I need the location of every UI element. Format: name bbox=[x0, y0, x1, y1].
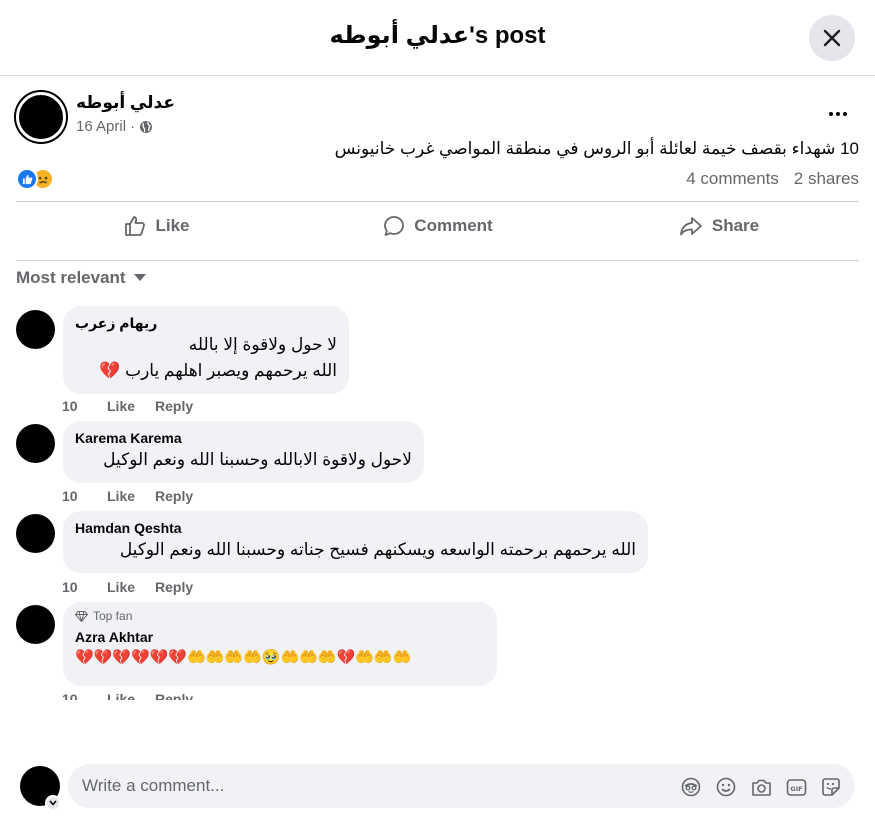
comment-reply-button[interactable]: Reply bbox=[155, 690, 193, 700]
author-avatar[interactable] bbox=[16, 92, 66, 142]
post-action-bar: Like Comment Share bbox=[16, 205, 859, 247]
emoji-icon bbox=[716, 777, 736, 797]
comment-reply-button[interactable]: Reply bbox=[155, 579, 193, 595]
comment-reply-button[interactable]: Reply bbox=[155, 398, 193, 414]
divider bbox=[16, 260, 859, 261]
share-arrow-icon bbox=[679, 217, 702, 236]
commenter-avatar[interactable] bbox=[16, 514, 55, 553]
comment-time[interactable]: 10 bbox=[62, 398, 107, 414]
comment-bubble: ريهام زعرب لا حول ولاقوة إلا بالله الله … bbox=[63, 306, 349, 394]
author-name[interactable]: عدلي أبوطه bbox=[76, 93, 175, 113]
sticker-icon bbox=[822, 778, 840, 796]
commenter-name[interactable]: Azra Akhtar bbox=[75, 628, 485, 646]
comment-label: Comment bbox=[414, 216, 493, 235]
top-fan-badge: Top fan bbox=[75, 608, 485, 624]
comment-like-button[interactable]: Like bbox=[107, 398, 155, 414]
emoji-button[interactable] bbox=[715, 776, 737, 798]
share-button[interactable]: Share bbox=[578, 205, 859, 247]
comment-actions: 10 Like Reply bbox=[62, 398, 193, 414]
comment-text: 💔💔💔💔💔💔🤲🤲🤲🤲🥹🤲🤲🤲💔🤲🤲🤲 bbox=[75, 649, 412, 666]
dialog-header: عدلي أبوطه's post bbox=[0, 0, 875, 76]
thumbs-up-icon bbox=[125, 216, 146, 236]
commenter-name[interactable]: ريهام زعرب bbox=[75, 314, 337, 332]
reactions-summary[interactable] bbox=[16, 168, 54, 192]
globe-icon bbox=[140, 121, 153, 133]
comment-like-button[interactable]: Like bbox=[107, 488, 155, 504]
commenter-avatar[interactable] bbox=[16, 424, 55, 463]
camera-icon bbox=[751, 779, 771, 796]
comment-bubble: Karema Karema لاحول ولاقوة الابالله وحسب… bbox=[63, 421, 424, 483]
comment-time[interactable]: 10 bbox=[62, 690, 107, 700]
more-dots-icon bbox=[829, 112, 833, 116]
divider bbox=[16, 201, 859, 202]
comment-text: الله يرحمهم ويصبر اهلهم يارب 💔 bbox=[99, 361, 337, 380]
post-date[interactable]: 16 April bbox=[76, 118, 126, 136]
avatar-sticker-icon bbox=[681, 777, 701, 797]
profile-switch-button[interactable] bbox=[45, 795, 61, 811]
commenter-avatar[interactable] bbox=[16, 310, 55, 349]
comment-bubble: Hamdan Qeshta الله يرحمهم برحمته الواسعه… bbox=[63, 511, 648, 573]
comment-bubble: Top fan Azra Akhtar 💔💔💔💔💔💔🤲🤲🤲🤲🥹🤲🤲🤲💔🤲🤲🤲 bbox=[63, 602, 497, 686]
comment-reply-button[interactable]: Reply bbox=[155, 488, 193, 504]
like-label: Like bbox=[155, 216, 190, 235]
commenter-name[interactable]: Hamdan Qeshta bbox=[75, 519, 636, 537]
sort-label: Most relevant bbox=[16, 268, 126, 287]
caret-down-icon bbox=[133, 274, 146, 281]
commenter-name[interactable]: Karema Karema bbox=[75, 429, 412, 447]
diamond-icon bbox=[75, 610, 88, 622]
svg-text:GIF: GIF bbox=[790, 785, 802, 793]
comment-sort-dropdown[interactable]: Most relevant bbox=[16, 268, 146, 288]
sticker-button[interactable] bbox=[820, 776, 842, 798]
chevron-down-icon bbox=[49, 800, 57, 806]
comment-bubble-icon bbox=[384, 216, 405, 236]
comment-button[interactable]: Comment bbox=[297, 205, 578, 247]
comment-actions: 10 Like Reply bbox=[62, 579, 193, 595]
share-label: Share bbox=[711, 216, 760, 235]
photo-button[interactable] bbox=[750, 776, 772, 798]
comment-composer: GIF bbox=[0, 750, 875, 832]
post-meta: 16 April · bbox=[76, 118, 153, 136]
commenter-avatar[interactable] bbox=[16, 605, 55, 644]
post-options-button[interactable] bbox=[824, 104, 852, 124]
comment-text: لاحول ولاقوة الابالله وحسبنا الله ونعم ا… bbox=[103, 450, 412, 469]
comment-time[interactable]: 10 bbox=[62, 488, 107, 504]
avatar-sticker-button[interactable] bbox=[680, 776, 702, 798]
engagement-counts: 4 comments 2 shares bbox=[686, 169, 859, 189]
comment-like-button[interactable]: Like bbox=[107, 579, 155, 595]
like-icon bbox=[16, 168, 38, 190]
comment-text: الله يرحمهم برحمته الواسعه ويسكنهم فسيح … bbox=[119, 540, 636, 559]
gif-button[interactable]: GIF bbox=[785, 776, 807, 798]
gif-icon: GIF bbox=[786, 778, 806, 796]
composer-tools: GIF bbox=[680, 776, 842, 798]
shares-count[interactable]: 2 shares bbox=[794, 169, 859, 189]
post-text: 10 شهداء بقصف خيمة لعائلة أبو الروس في م… bbox=[334, 139, 859, 158]
comment-actions: 10 Like Reply bbox=[62, 690, 193, 700]
comment-time[interactable]: 10 bbox=[62, 579, 107, 595]
comment-actions: 10 Like Reply bbox=[62, 488, 193, 504]
comment-like-button[interactable]: Like bbox=[107, 690, 155, 700]
comments-count[interactable]: 4 comments bbox=[686, 169, 779, 189]
comment-text: لا حول ولاقوة إلا بالله bbox=[188, 335, 337, 354]
dialog-title: عدلي أبوطه's post bbox=[329, 22, 546, 49]
badge-label: Top fan bbox=[93, 609, 133, 623]
close-icon bbox=[823, 29, 841, 47]
close-button[interactable] bbox=[809, 15, 855, 61]
like-button[interactable]: Like bbox=[16, 205, 297, 247]
